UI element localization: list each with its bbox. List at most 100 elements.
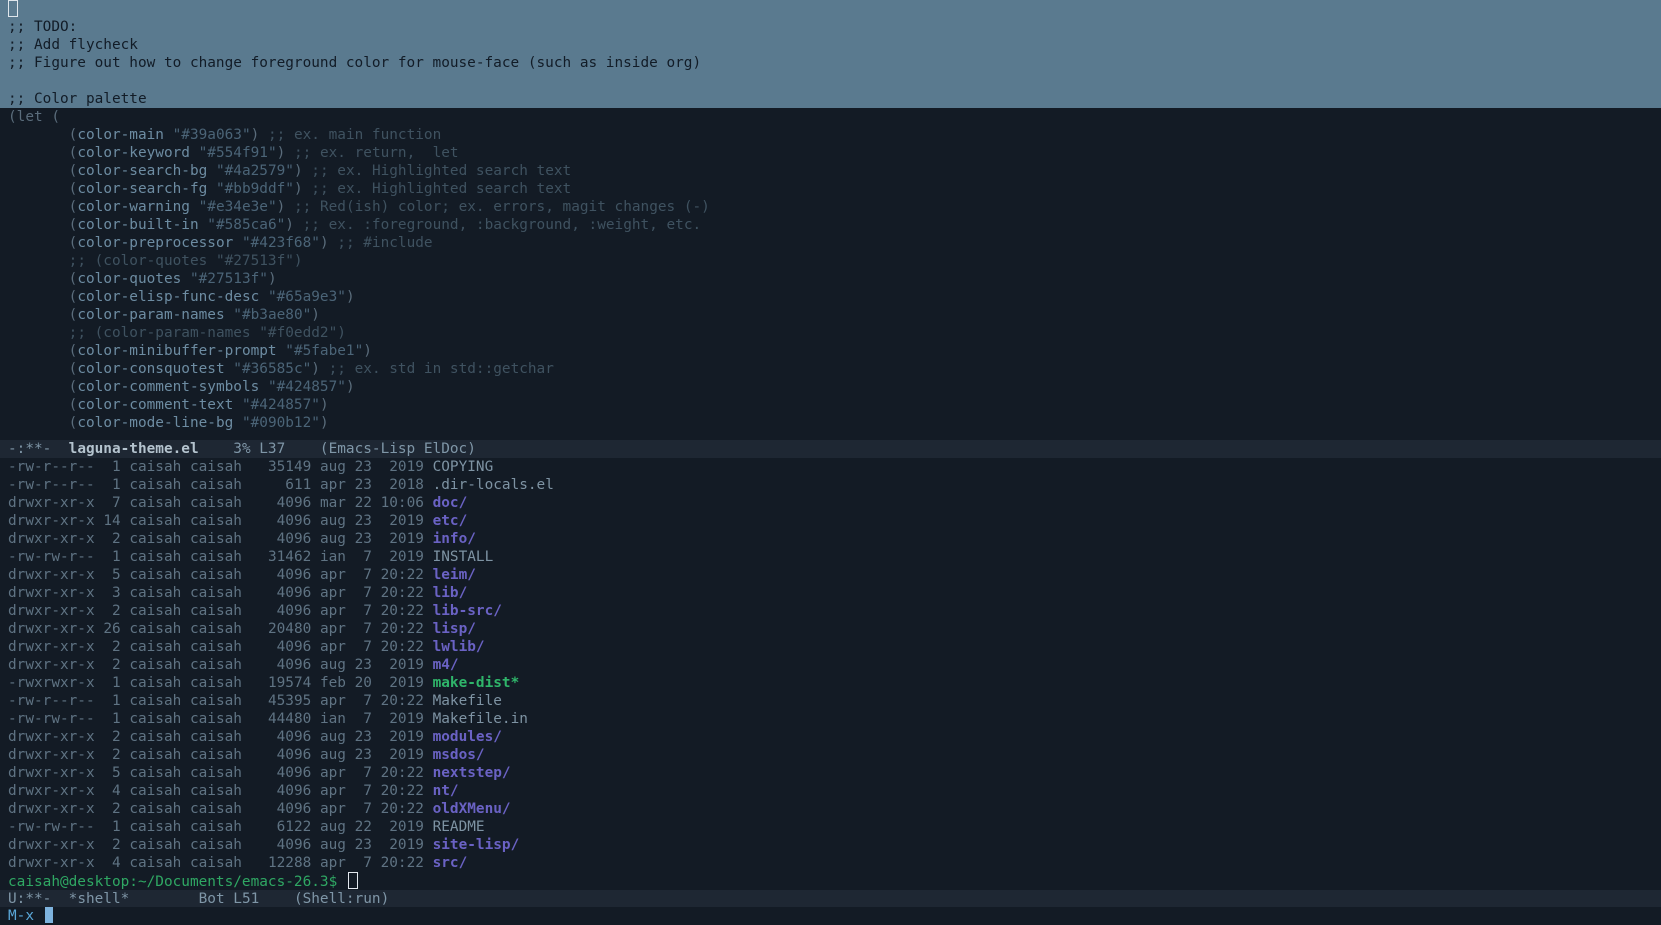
binding-value: "#b3ae80" xyxy=(233,307,312,323)
file-size: 4096 xyxy=(267,747,312,763)
mode-line-editor[interactable]: -:**- laguna-theme.el 3% L37 (Emacs-Lisp… xyxy=(0,440,1661,458)
file-date: apr 7 20:22 xyxy=(319,765,424,781)
file-permissions: drwxr-xr-x xyxy=(8,729,95,745)
minibuffer-prompt: M-x xyxy=(8,908,43,924)
file-group: caisah xyxy=(189,729,242,745)
buffer-name[interactable]: laguna-theme.el xyxy=(69,441,199,457)
let-binding-line[interactable]: (color-minibuffer-prompt "#5fabe1") xyxy=(0,342,1661,360)
minibuffer-cursor xyxy=(44,907,53,923)
file-owner: caisah xyxy=(129,693,182,709)
editor-line-let[interactable]: (let ( xyxy=(0,108,1661,126)
file-size: 4096 xyxy=(267,513,312,529)
listing-row: drwxr-xr-x 4 caisah caisah 12288 apr 7 2… xyxy=(0,854,1661,872)
file-date: ian 7 2019 xyxy=(319,711,424,727)
binding-symbol: color-mode-line-bg xyxy=(77,415,234,431)
file-owner: caisah xyxy=(129,675,182,691)
file-permissions: drwxr-xr-x xyxy=(8,603,95,619)
editor-window[interactable]: ;; TODO: ;; Add flycheck ;; Figure out h… xyxy=(0,0,1661,439)
listing-row: drwxr-xr-x 7 caisah caisah 4096 mar 22 1… xyxy=(0,494,1661,512)
file-owner: caisah xyxy=(129,639,182,655)
listing-row: -rw-r--r-- 1 caisah caisah 611 apr 23 20… xyxy=(0,476,1661,494)
let-binding-line[interactable]: ;; (color-param-names "#f0edd2") xyxy=(0,324,1661,342)
editor-line-3[interactable]: ;; Add flycheck xyxy=(0,36,1661,54)
let-binding-line[interactable]: (color-main "#39a063") ;; ex. main funct… xyxy=(0,126,1661,144)
minibuffer[interactable]: M-x xyxy=(0,907,1661,925)
link-count: 14 xyxy=(103,513,121,529)
file-date: feb 20 2019 xyxy=(319,675,424,691)
binding-symbol: color-built-in xyxy=(77,217,199,233)
link-count: 1 xyxy=(103,477,121,493)
link-count: 4 xyxy=(103,855,121,871)
listing-row: drwxr-xr-x 2 caisah caisah 4096 aug 23 2… xyxy=(0,530,1661,548)
let-binding-line[interactable]: (color-comment-text "#424857") xyxy=(0,396,1661,414)
let-binding-line[interactable]: (color-comment-symbols "#424857") xyxy=(0,378,1661,396)
file-owner: caisah xyxy=(129,801,182,817)
shell-window[interactable]: -rw-r--r-- 1 caisah caisah 35149 aug 23 … xyxy=(0,458,1661,898)
file-permissions: drwxr-xr-x xyxy=(8,513,95,529)
binding-symbol: color-warning xyxy=(77,199,190,215)
buffer-name[interactable]: *shell* xyxy=(69,891,130,907)
file-owner: caisah xyxy=(129,765,182,781)
editor-line-4[interactable]: ;; Figure out how to change foreground c… xyxy=(0,54,1661,72)
code-comment: ;; #include xyxy=(337,235,433,251)
let-binding-line[interactable]: (color-preprocessor "#423f68") ;; #inclu… xyxy=(0,234,1661,252)
let-binding-line[interactable]: (color-built-in "#585ca6") ;; ex. :foreg… xyxy=(0,216,1661,234)
shell-prompt-line[interactable]: caisah@desktop:~/Documents/emacs-26.3$ xyxy=(0,872,1661,890)
binding-value: "#27513f" xyxy=(189,271,268,287)
link-count: 2 xyxy=(103,657,121,673)
listing-row: drwxr-xr-x 3 caisah caisah 4096 apr 7 20… xyxy=(0,584,1661,602)
file-group: caisah xyxy=(189,693,242,709)
binding-value: "#bb9ddf" xyxy=(215,181,294,197)
editor-line-1[interactable] xyxy=(0,0,1661,18)
file-group: caisah xyxy=(189,513,242,529)
file-permissions: -rw-r--r-- xyxy=(8,459,95,475)
let-binding-line[interactable]: (color-keyword "#554f91") ;; ex. return,… xyxy=(0,144,1661,162)
file-group: caisah xyxy=(189,567,242,583)
file-size: 6122 xyxy=(267,819,312,835)
link-count: 2 xyxy=(103,603,121,619)
listing-row: drwxr-xr-x 14 caisah caisah 4096 aug 23 … xyxy=(0,512,1661,530)
file-date: aug 23 2019 xyxy=(319,729,424,745)
link-count: 1 xyxy=(103,711,121,727)
let-binding-line[interactable]: (color-param-names "#b3ae80") xyxy=(0,306,1661,324)
file-group: caisah xyxy=(189,585,242,601)
editor-line-5[interactable] xyxy=(0,72,1661,90)
link-count: 4 xyxy=(103,783,121,799)
let-binding-line[interactable]: ;; (color-quotes "#27513f") xyxy=(0,252,1661,270)
listing-row: drwxr-xr-x 2 caisah caisah 4096 apr 7 20… xyxy=(0,602,1661,620)
file-owner: caisah xyxy=(129,603,182,619)
let-binding-line[interactable]: (color-quotes "#27513f") xyxy=(0,270,1661,288)
link-count: 1 xyxy=(103,693,121,709)
file-name: lisp/ xyxy=(432,621,476,637)
file-date: aug 23 2019 xyxy=(319,513,424,529)
file-date: ian 7 2019 xyxy=(319,549,424,565)
editor-line-2[interactable]: ;; TODO: xyxy=(0,18,1661,36)
file-owner: caisah xyxy=(129,531,182,547)
listing-row: drwxr-xr-x 2 caisah caisah 4096 aug 23 2… xyxy=(0,746,1661,764)
binding-symbol: color-keyword xyxy=(77,145,190,161)
binding-symbol: color-search-fg xyxy=(77,181,208,197)
file-name: oldXMenu/ xyxy=(432,801,511,817)
major-mode[interactable]: (Emacs-Lisp ElDoc) xyxy=(320,441,476,457)
let-binding-line[interactable]: (color-search-bg "#4a2579") ;; ex. Highl… xyxy=(0,162,1661,180)
let-binding-line[interactable]: (color-search-fg "#bb9ddf") ;; ex. Highl… xyxy=(0,180,1661,198)
file-name: modules/ xyxy=(432,729,502,745)
code-comment: ;; ex. std in std::getchar xyxy=(328,361,554,377)
file-owner: caisah xyxy=(129,855,182,871)
let-binding-line[interactable]: (color-consquotest "#36585c") ;; ex. std… xyxy=(0,360,1661,378)
code-comment: ;; Red(ish) color; ex. errors, magit cha… xyxy=(293,199,710,215)
file-size: 4096 xyxy=(267,783,312,799)
let-binding-line[interactable]: (color-elisp-func-desc "#65a9e3") xyxy=(0,288,1661,306)
file-size: 4096 xyxy=(267,801,312,817)
file-owner: caisah xyxy=(129,621,182,637)
file-size: 31462 xyxy=(267,549,312,565)
mode-line-shell[interactable]: U:**- *shell* Bot L51 (Shell:run) xyxy=(0,890,1661,908)
file-permissions: drwxr-xr-x xyxy=(8,801,95,817)
file-name: info/ xyxy=(432,531,476,547)
major-mode[interactable]: (Shell:run) xyxy=(294,891,389,907)
let-binding-line[interactable]: (color-warning "#e34e3e") ;; Red(ish) co… xyxy=(0,198,1661,216)
editor-line-6[interactable]: ;; Color palette xyxy=(0,90,1661,108)
let-binding-line[interactable]: (color-mode-line-bg "#090b12") xyxy=(0,414,1661,432)
file-size: 4096 xyxy=(267,837,312,853)
file-group: caisah xyxy=(189,801,242,817)
